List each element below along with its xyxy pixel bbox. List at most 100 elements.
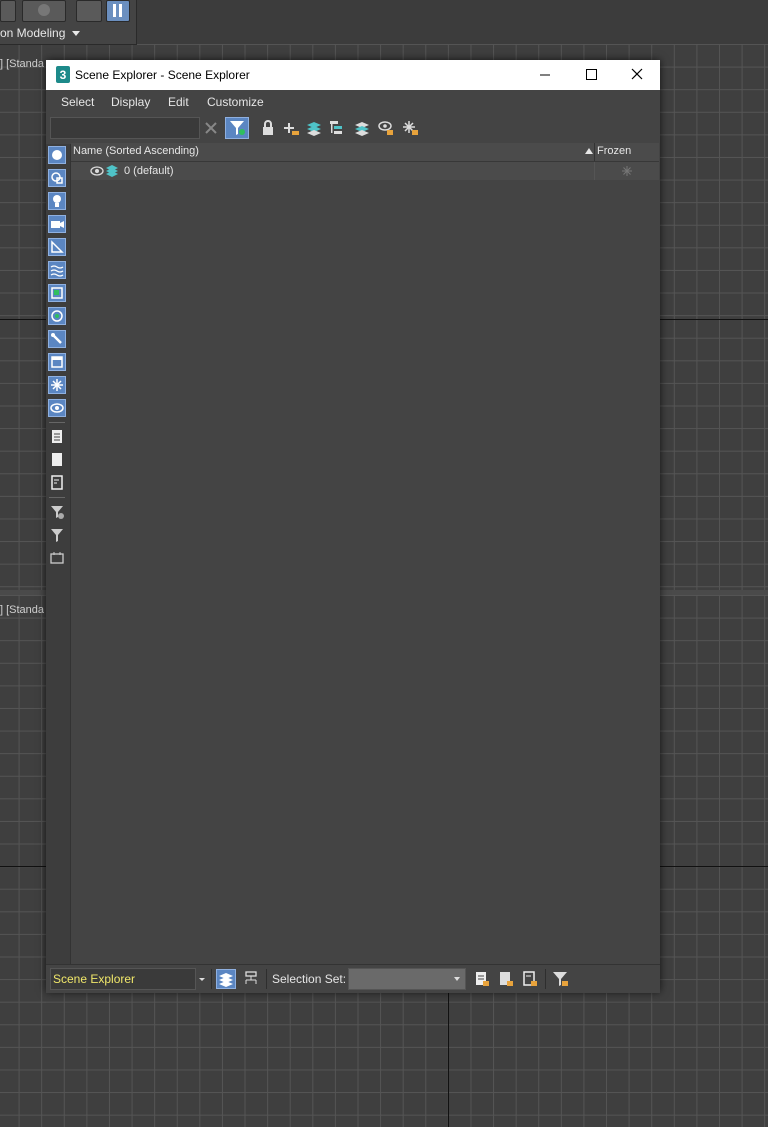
add-to-layer-icon[interactable] [282, 119, 300, 137]
minimize-button[interactable] [522, 60, 568, 90]
selection-set-dropdown[interactable] [348, 968, 466, 990]
display-helpers-button[interactable] [48, 238, 66, 256]
statusbar-divider [266, 969, 267, 989]
toolbar-button-active[interactable] [106, 0, 130, 22]
display-spacewarps-button[interactable] [48, 261, 66, 279]
window-title: Scene Explorer - Scene Explorer [75, 68, 250, 82]
sort-ascending-icon[interactable] [585, 148, 593, 154]
explorer-toolbar [46, 116, 660, 142]
sidebar-divider [49, 497, 65, 498]
close-icon [631, 68, 643, 80]
display-geometry-button[interactable] [48, 146, 66, 164]
group-icon [51, 287, 63, 299]
container-icon [51, 356, 63, 368]
filter-settings-icon[interactable] [48, 503, 66, 521]
viewport-label[interactable]: ] [Standa [0, 58, 44, 70]
display-cameras-button[interactable] [48, 215, 66, 233]
display-groups-button[interactable] [48, 284, 66, 302]
display-all-icon[interactable] [48, 428, 66, 446]
selection-brackets-icon[interactable] [48, 549, 66, 567]
chevron-down-icon[interactable] [196, 968, 208, 990]
close-button[interactable] [614, 60, 660, 90]
light-icon [53, 195, 61, 207]
maximize-button[interactable] [568, 60, 614, 90]
bone-icon [51, 333, 62, 344]
create-layer-icon[interactable] [305, 119, 323, 137]
column-name-header[interactable]: Name (Sorted Ascending) [73, 145, 199, 157]
lock-icon[interactable] [259, 119, 277, 137]
display-frozen-button[interactable] [48, 376, 66, 394]
sidebar-divider [49, 422, 65, 423]
list-header: Name (Sorted Ascending) Frozen [71, 143, 659, 162]
explorer-name-value: Scene Explorer [53, 972, 136, 986]
dropdown-arrow-icon[interactable] [72, 31, 80, 36]
layers-icon [219, 973, 233, 987]
xref-icon [51, 310, 63, 322]
display-containers-button[interactable] [48, 353, 66, 371]
tools-icon [113, 4, 122, 17]
column-divider[interactable] [594, 143, 595, 161]
chevron-down-icon [454, 977, 460, 981]
selection-set-properties-icon[interactable] [520, 969, 540, 989]
selection-set-label: Selection Set: [272, 972, 347, 986]
select-set-objects-icon[interactable] [496, 969, 516, 989]
menu-display[interactable]: Display [111, 95, 150, 109]
display-none-icon[interactable] [48, 451, 66, 469]
snowflake-icon [51, 379, 63, 391]
filter-selection-icon[interactable] [550, 969, 570, 989]
ribbon-tab-label[interactable]: on Modeling [0, 26, 65, 40]
eye-icon[interactable] [90, 165, 104, 177]
menu-customize[interactable]: Customize [207, 95, 264, 109]
scene-object-list[interactable]: Name (Sorted Ascending) Frozen 0 (defaul… [71, 143, 659, 965]
layer-icon [106, 165, 118, 177]
maximize-icon [586, 69, 597, 80]
filter-icon [230, 121, 245, 135]
viewport-axis-y [448, 992, 449, 1127]
sort-by-hierarchy-icon[interactable] [241, 969, 261, 989]
clear-search-icon[interactable] [202, 119, 220, 137]
display-xrefs-button[interactable] [48, 307, 66, 325]
search-input[interactable] [50, 117, 200, 139]
list-item-label[interactable]: 0 (default) [124, 165, 174, 177]
window-titlebar[interactable]: 3 Scene Explorer - Scene Explorer [46, 60, 660, 90]
list-item[interactable]: 0 (default) [71, 162, 659, 180]
explorer-statusbar: Scene Explorer Selection Set: [46, 964, 660, 993]
record-icon [38, 4, 50, 16]
toolbar-button[interactable] [22, 0, 66, 22]
statusbar-divider [545, 969, 546, 989]
column-divider [594, 162, 595, 180]
helper-icon [51, 240, 64, 253]
display-hidden-button[interactable] [48, 399, 66, 417]
menu-edit[interactable]: Edit [168, 95, 189, 109]
minimize-icon [540, 74, 550, 76]
hierarchy-icon[interactable] [328, 119, 346, 137]
display-lights-button[interactable] [48, 192, 66, 210]
filter-icon[interactable] [48, 526, 66, 544]
menu-select[interactable]: Select [61, 95, 94, 109]
layers-icon[interactable] [353, 119, 371, 137]
display-bones-button[interactable] [48, 330, 66, 348]
shapes-icon [51, 172, 63, 184]
viewport-label[interactable]: ] [Standa [0, 604, 44, 616]
app-icon: 3 [56, 66, 70, 83]
column-frozen-header[interactable]: Frozen [597, 145, 631, 157]
spacewarp-icon [50, 265, 64, 277]
toolbar-button[interactable] [76, 0, 102, 22]
frozen-toggle-icon[interactable] [621, 165, 633, 177]
explorer-name-field[interactable]: Scene Explorer [50, 968, 196, 990]
filter-sidebar [46, 144, 71, 964]
sphere-icon [52, 150, 62, 160]
svg-text:3: 3 [60, 68, 67, 82]
edit-selection-set-icon[interactable] [472, 969, 492, 989]
highlight-layer-icon[interactable] [377, 119, 395, 137]
camera-icon [51, 221, 64, 228]
eye-icon [50, 403, 64, 413]
sort-by-layer-button[interactable] [216, 969, 236, 989]
statusbar-divider [211, 969, 212, 989]
toolbar-button[interactable] [0, 0, 16, 22]
display-shapes-button[interactable] [48, 169, 66, 187]
filter-toggle-button[interactable] [225, 117, 249, 139]
freeze-layer-icon[interactable] [401, 119, 419, 137]
scene-explorer-window: 3 Scene Explorer - Scene Explorer Select… [46, 60, 660, 993]
invert-display-icon[interactable] [48, 474, 66, 492]
